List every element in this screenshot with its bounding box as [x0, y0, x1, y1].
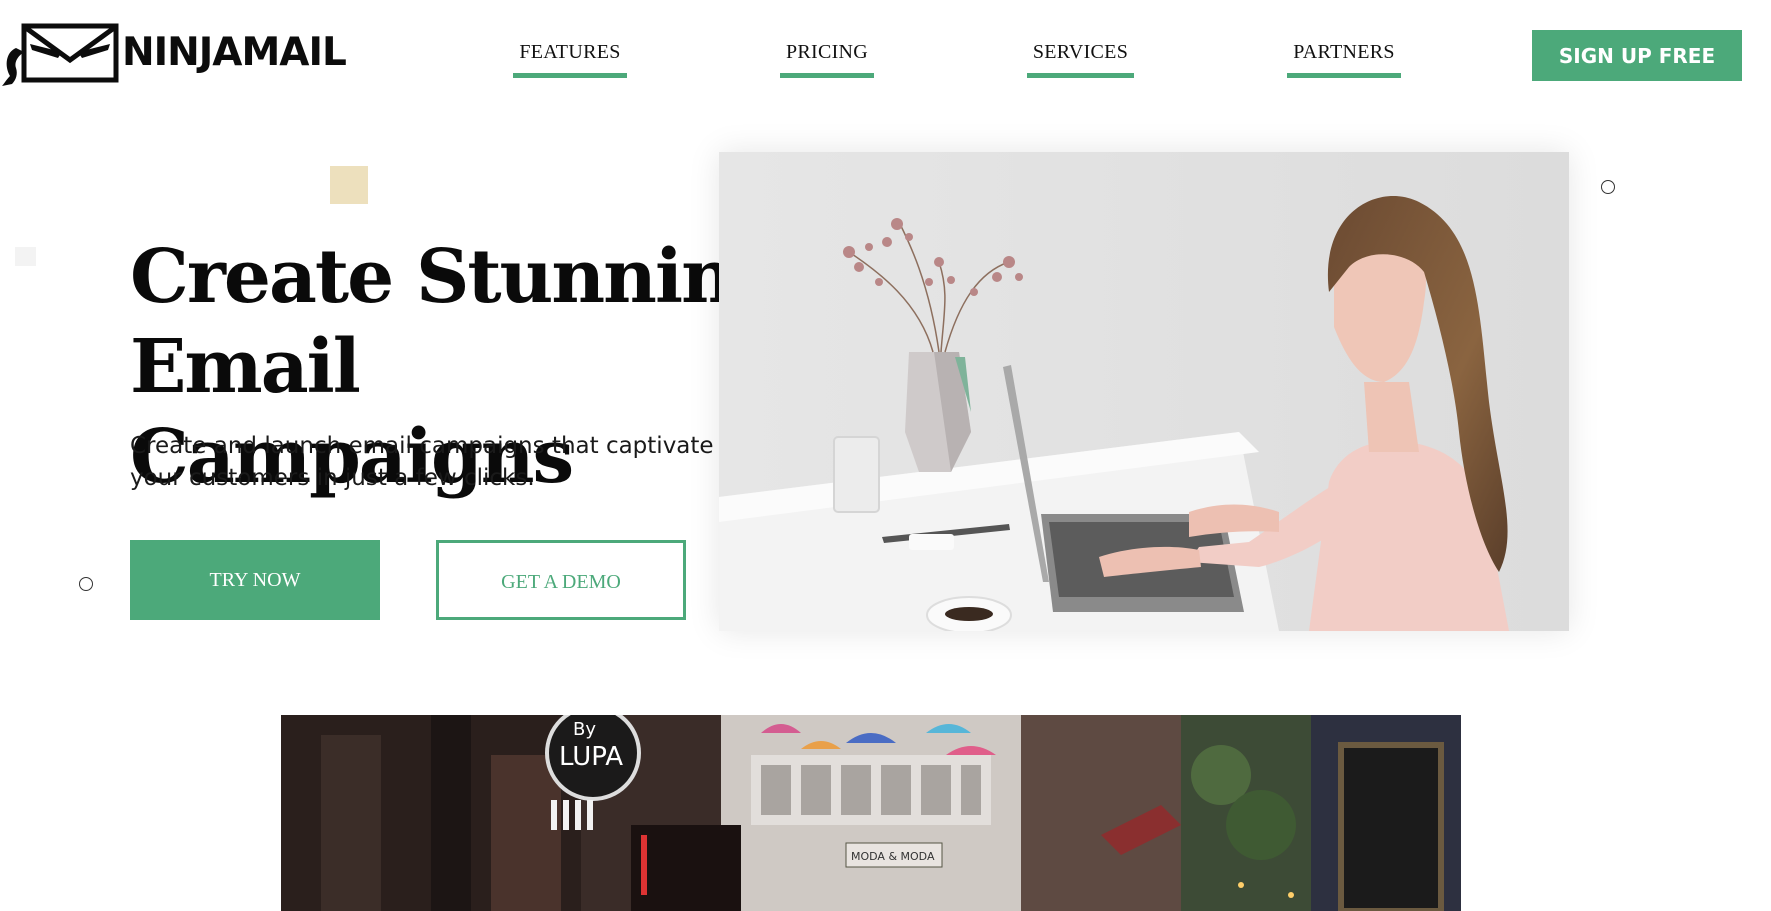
get-a-demo-button[interactable]: GET A DEMO	[436, 540, 686, 620]
hero-title-line-1: Create Stunning	[130, 234, 785, 320]
decorative-ring	[79, 577, 93, 591]
street-photo: By LUPA MODA & MODA	[281, 715, 1461, 911]
sign-by: By	[573, 719, 596, 740]
logo[interactable]: NINJAMAIL	[2, 18, 347, 86]
try-now-button[interactable]: TRY NOW	[130, 540, 380, 620]
nav-services[interactable]: SERVICES	[1027, 40, 1134, 78]
nav-pricing-label: PRICING	[785, 41, 869, 63]
decorative-square	[330, 166, 368, 204]
hero-subtitle: Create and launch email campaigns that c…	[130, 433, 714, 491]
sign-up-free-button[interactable]: SIGN UP FREE	[1532, 30, 1742, 81]
ninja-envelope-icon	[2, 23, 119, 86]
nav-partners-label: PARTNERS	[1293, 41, 1395, 63]
nav-pricing-underline	[780, 73, 874, 78]
nav-services-underline	[1027, 73, 1134, 78]
nav-services-label: SERVICES	[1032, 41, 1129, 63]
nav-partners-underline	[1287, 73, 1401, 78]
hero-photo-illustration	[719, 152, 1569, 631]
nav-features-underline	[513, 73, 627, 78]
street-photo-illustration: By LUPA MODA & MODA	[281, 715, 1461, 911]
decorative-ring	[1601, 180, 1615, 194]
nav-pricing[interactable]: PRICING	[780, 40, 874, 78]
sign-moda: MODA & MODA	[851, 850, 935, 863]
nav-features-label: FEATURES	[519, 41, 621, 63]
nav-partners[interactable]: PARTNERS	[1287, 40, 1401, 78]
brand-name: NINJAMAIL	[122, 29, 347, 75]
hero-photo-woman-laptop	[719, 152, 1569, 631]
decorative-square-grey	[15, 247, 36, 266]
sign-lupa: LUPA	[559, 742, 623, 772]
nav-features[interactable]: FEATURES	[513, 40, 627, 78]
